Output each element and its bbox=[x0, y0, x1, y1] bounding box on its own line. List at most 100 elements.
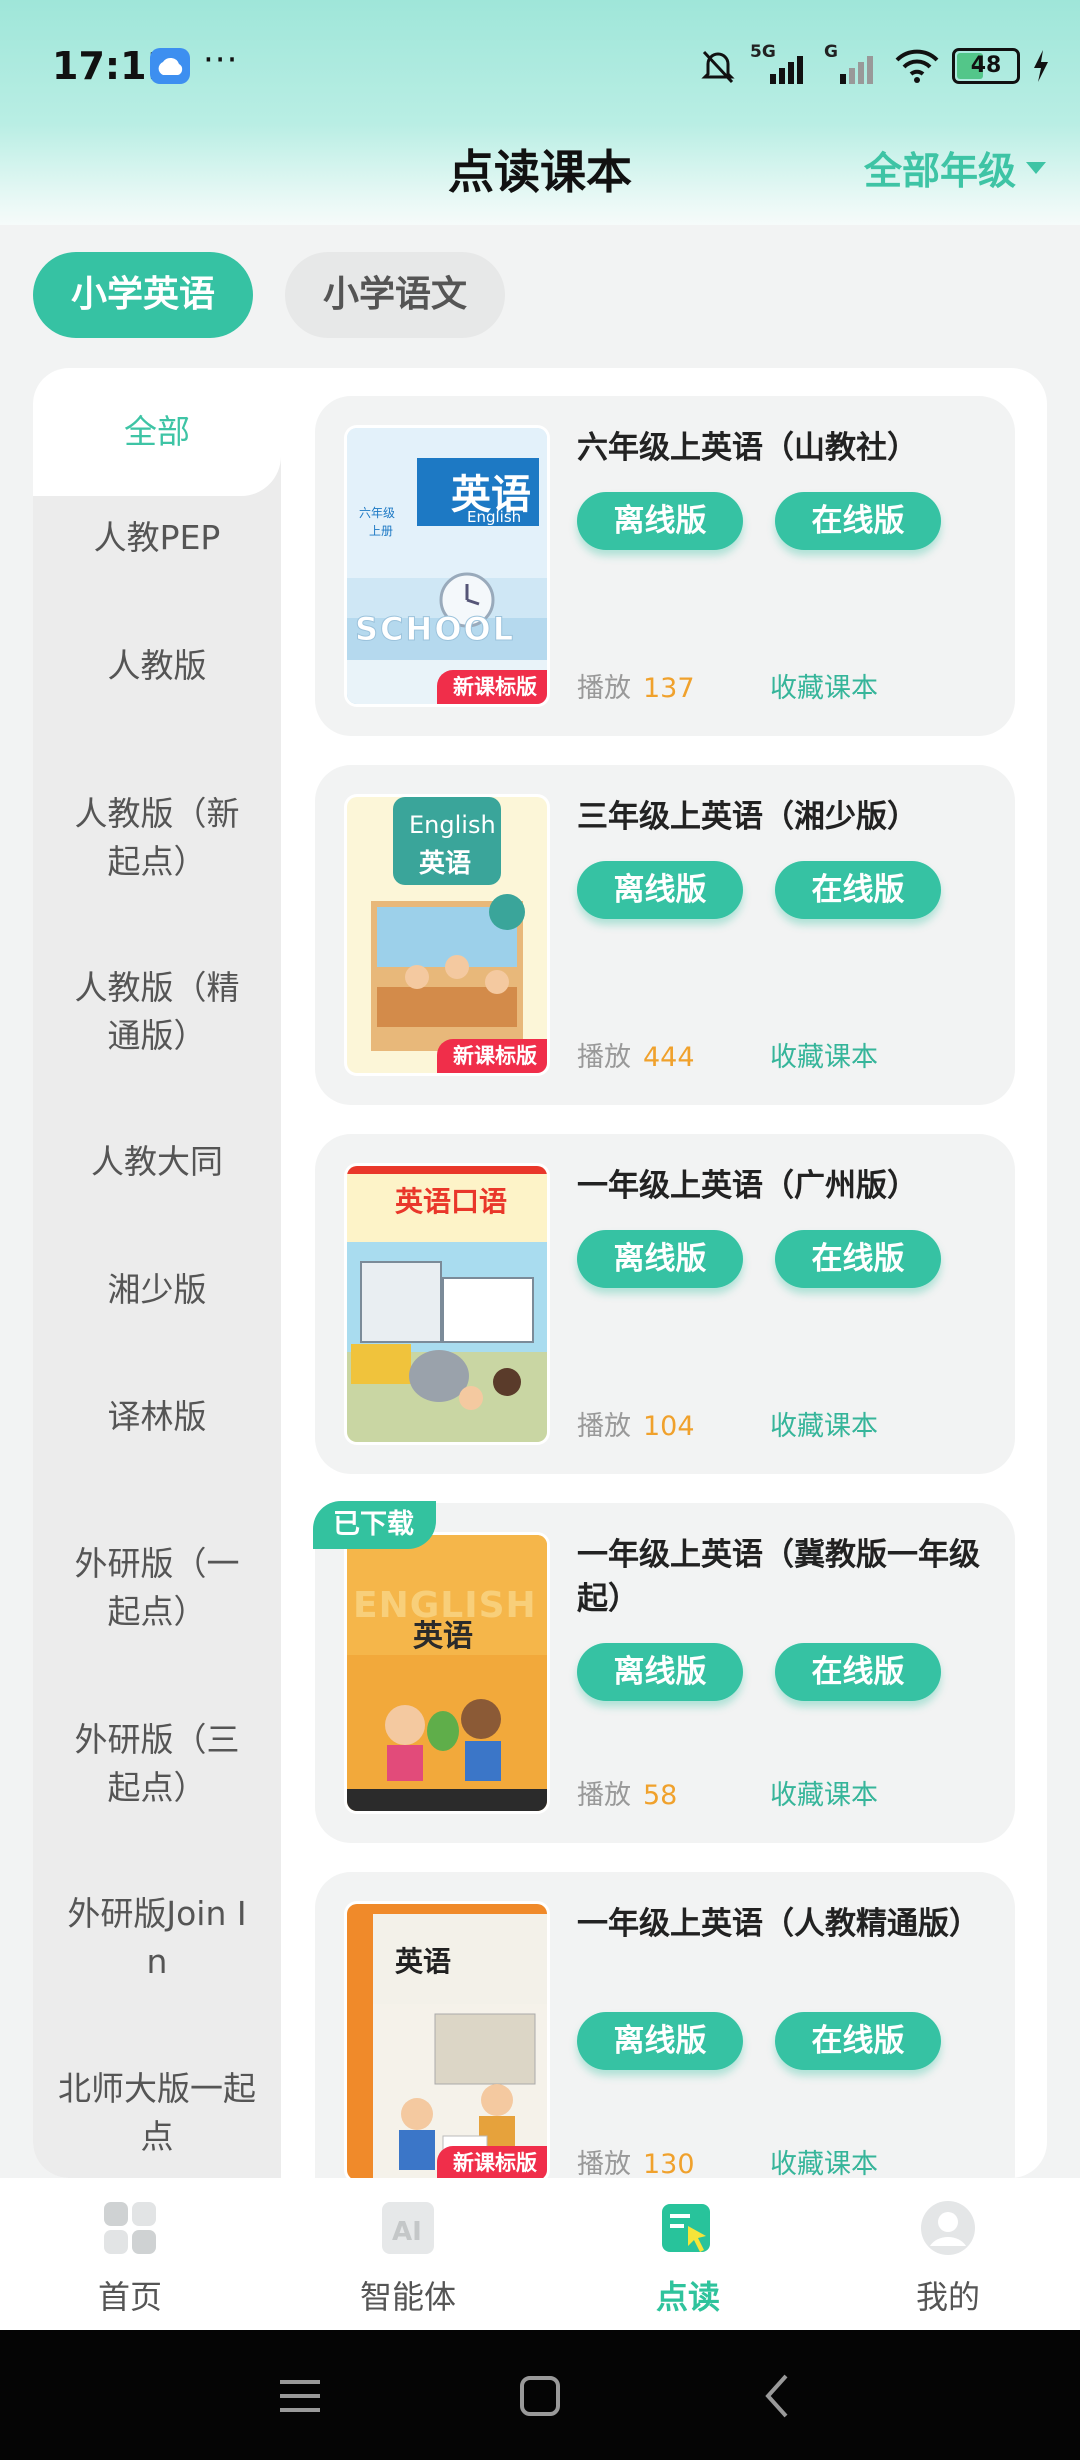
offline-version-button[interactable]: 离线版 bbox=[577, 492, 743, 550]
book-panel: 全部 人教PEP 人教版 人教版（新起点） 人教版（精通版） 人教大同 湘少版 … bbox=[33, 368, 1047, 2178]
sidebar-item-renjiao-datong[interactable]: 人教大同 bbox=[33, 1138, 281, 1186]
profile-avatar-icon bbox=[921, 2201, 975, 2255]
favorite-book-link[interactable]: 收藏课本 bbox=[770, 2142, 878, 2178]
play-count-value: 444 bbox=[643, 1042, 695, 1073]
sidebar-item-waiyan-sanqidian[interactable]: 外研版（三起点） bbox=[33, 1716, 281, 1812]
play-label: 播放 bbox=[577, 1780, 631, 1811]
play-count-value: 137 bbox=[643, 673, 695, 704]
more-dots: ··· bbox=[203, 40, 239, 80]
new-curriculum-badge: 新课标版 bbox=[437, 1039, 547, 1073]
edition-sidebar: 全部 人教PEP 人教版 人教版（新起点） 人教版（精通版） 人教大同 湘少版 … bbox=[33, 368, 281, 2178]
sidebar-item-all[interactable]: 全部 bbox=[33, 368, 281, 496]
offline-version-button[interactable]: 离线版 bbox=[577, 2012, 743, 2070]
sidebar-item-beishida[interactable]: 北师大版一起点 bbox=[33, 2065, 281, 2161]
cover-grade-text: 六年级 bbox=[359, 506, 396, 520]
new-curriculum-badge: 新课标版 bbox=[437, 2146, 547, 2178]
subject-tabs: 小学英语 小学语文 bbox=[33, 252, 506, 338]
book-title: 三年级上英语（湘少版） bbox=[577, 799, 918, 835]
book-card[interactable]: ENGLISH 英语 已下载 一年级上英语（冀教版一年级起） 离线版 在线版 播… bbox=[313, 1501, 1015, 1843]
offline-version-button[interactable]: 离线版 bbox=[577, 861, 743, 919]
cover-term-text: 上册 bbox=[369, 524, 394, 538]
cloud-icon bbox=[150, 48, 190, 84]
online-version-button[interactable]: 在线版 bbox=[775, 492, 941, 550]
signal-g-icon: G bbox=[824, 42, 882, 86]
sidebar-item-renjiao-jingtong[interactable]: 人教版（精通版） bbox=[33, 964, 281, 1060]
home-square-icon[interactable] bbox=[518, 2374, 562, 2418]
signal-g-label: G bbox=[824, 42, 838, 62]
sidebar-item-waiyan-joinin[interactable]: 外研版Join In bbox=[33, 1890, 281, 1986]
book-title: 一年级上英语（广州版） bbox=[577, 1168, 918, 1204]
book-card[interactable]: 英语 English 六年级 上册 SCHOOL 新课标版 六年级上英语（山教社… bbox=[315, 396, 1015, 736]
play-label: 播放 bbox=[577, 2149, 631, 2178]
online-version-button[interactable]: 在线版 bbox=[775, 2012, 941, 2070]
play-label: 播放 bbox=[577, 1411, 631, 1442]
play-count: 播放 58 bbox=[577, 1773, 677, 1812]
nav-profile[interactable]: 我的 bbox=[848, 2200, 1048, 2318]
tab-primary-chinese[interactable]: 小学语文 bbox=[285, 252, 506, 338]
book-card[interactable]: English 英语 新课标版 三年级上英语（湘少版） 离线版 在线版 播放 44… bbox=[315, 765, 1015, 1105]
cover-subtitle-text: 英语 bbox=[413, 1619, 473, 1654]
online-version-button[interactable]: 在线版 bbox=[775, 1643, 941, 1701]
book-title: 一年级上英语（人教精通版） bbox=[577, 1906, 980, 1942]
nav-read[interactable]: 点读 bbox=[588, 2200, 788, 2318]
nav-home[interactable]: 首页 bbox=[30, 2200, 230, 2318]
system-nav-bar bbox=[0, 2330, 1080, 2460]
sidebar-item-xiangshao[interactable]: 湘少版 bbox=[33, 1266, 281, 1314]
book-cover-image: 英语口语 bbox=[347, 1166, 547, 1442]
status-bar: 17:11 ··· 5G G 48 bbox=[0, 0, 1080, 135]
play-label: 播放 bbox=[577, 673, 631, 704]
signal-5g-icon: 5G bbox=[750, 42, 812, 86]
battery-level: 48 bbox=[970, 53, 1002, 78]
book-card[interactable]: 英语 新课标版 一年级上英语（人教精通版） 离线版 在线版 播放 130 收藏课本 bbox=[315, 1872, 1015, 2178]
nav-home-label: 首页 bbox=[97, 2278, 162, 2316]
sidebar-item-waiyan-yiqidian[interactable]: 外研版（一起点） bbox=[33, 1540, 281, 1636]
play-count-value: 130 bbox=[643, 2149, 695, 2178]
tab-primary-english[interactable]: 小学英语 bbox=[33, 252, 254, 338]
nav-read-label: 点读 bbox=[655, 2278, 720, 2316]
play-count: 播放 130 bbox=[577, 2142, 695, 2178]
book-cover-image: English 英语 新课标版 bbox=[347, 797, 547, 1073]
dropdown-arrow-icon bbox=[1026, 161, 1046, 174]
cover-school-text: SCHOOL bbox=[354, 610, 516, 649]
downloaded-badge: 已下载 bbox=[313, 1501, 436, 1549]
sidebar-item-renjiao[interactable]: 人教版 bbox=[33, 642, 281, 690]
wifi-icon bbox=[895, 49, 939, 83]
favorite-book-link[interactable]: 收藏课本 bbox=[770, 1404, 878, 1443]
book-cover-image: 英语 English 六年级 上册 SCHOOL 新课标版 bbox=[347, 428, 547, 704]
book-card[interactable]: 英语口语 一年级上英语（广州版） 离线版 在线版 播放 104 收藏课本 bbox=[315, 1134, 1015, 1474]
play-count: 播放 104 bbox=[577, 1404, 695, 1443]
book-cover-image: 英语 新课标版 bbox=[347, 1904, 547, 2178]
play-count: 播放 444 bbox=[577, 1035, 695, 1074]
favorite-book-link[interactable]: 收藏课本 bbox=[770, 1035, 878, 1074]
online-version-button[interactable]: 在线版 bbox=[775, 1230, 941, 1288]
svg-text:AI: AI bbox=[392, 2217, 422, 2247]
favorite-book-link[interactable]: 收藏课本 bbox=[770, 666, 878, 705]
favorite-book-link[interactable]: 收藏课本 bbox=[770, 1773, 878, 1812]
book-title: 六年级上英语（山教社） bbox=[577, 430, 918, 466]
bottom-nav: 首页 AI 智能体 点读 我的 bbox=[0, 2178, 1080, 2330]
mute-bell-icon bbox=[701, 50, 735, 84]
sidebar-item-renjiao-xinqidian[interactable]: 人教版（新起点） bbox=[33, 790, 281, 886]
book-title: 一年级上英语（冀教版一年级起） bbox=[577, 1537, 980, 1617]
nav-profile-label: 我的 bbox=[915, 2278, 980, 2316]
play-label: 播放 bbox=[577, 1042, 631, 1073]
menu-icon[interactable] bbox=[278, 2376, 322, 2416]
grade-filter-label: 全部年级 bbox=[863, 149, 1016, 193]
cover-title-text: English bbox=[409, 811, 496, 839]
sidebar-item-pep[interactable]: 人教PEP bbox=[33, 514, 281, 562]
read-book-icon bbox=[662, 2204, 710, 2252]
offline-version-button[interactable]: 离线版 bbox=[577, 1230, 743, 1288]
grade-filter-dropdown[interactable]: 全部年级 bbox=[864, 140, 1046, 195]
book-cover-image: ENGLISH 英语 bbox=[347, 1535, 547, 1811]
sidebar-item-yilin[interactable]: 译林版 bbox=[33, 1393, 281, 1441]
home-grid-icon bbox=[104, 2202, 156, 2254]
nav-agent-label: 智能体 bbox=[359, 2278, 456, 2316]
play-count: 播放 137 bbox=[577, 666, 695, 705]
back-icon[interactable] bbox=[760, 2372, 792, 2420]
play-count-value: 104 bbox=[643, 1411, 695, 1442]
cover-title-text: 英语口语 bbox=[395, 1185, 508, 1218]
offline-version-button[interactable]: 离线版 bbox=[577, 1643, 743, 1701]
online-version-button[interactable]: 在线版 bbox=[775, 861, 941, 919]
cover-subtitle-text: English bbox=[467, 508, 522, 526]
nav-agent[interactable]: AI 智能体 bbox=[308, 2200, 508, 2318]
